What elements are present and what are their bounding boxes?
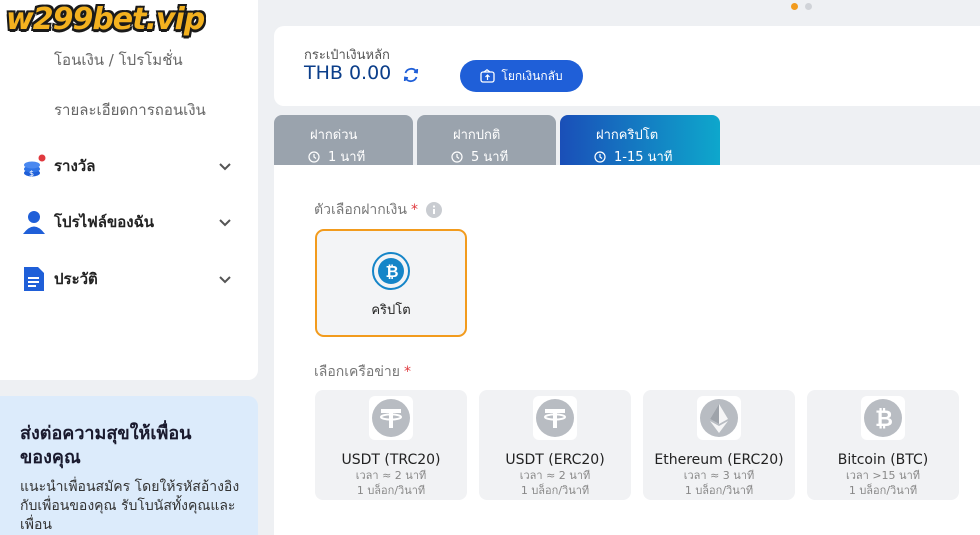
network-card-ethereum-erc20[interactable]: Ethereum (ERC20) เวลา ≈ 3 นาที 1 บล็อก/ว…: [643, 390, 795, 500]
chevron-down-icon: [219, 219, 231, 227]
deposit-option-label: ตัวเลือกฝากเงิน: [314, 202, 407, 218]
network-time: เวลา >15 นาที: [845, 469, 920, 482]
network-name: Ethereum (ERC20): [654, 452, 784, 468]
tab-label: ฝากปกติ: [453, 128, 501, 143]
required-mark: *: [403, 364, 411, 380]
tab-crypto-deposit[interactable]: ฝากคริปโต 1-15 นาที: [560, 115, 720, 165]
network-blocks: 1 บล็อก/วินาที: [848, 484, 918, 497]
promo-title: ส่งต่อความสุขให้เพื่อนของคุณ: [20, 423, 192, 468]
sidebar: w299bet.vip โอนเงิน / โปรโมชั่น รายละเอี…: [0, 0, 258, 380]
network-name: USDT (TRC20): [341, 452, 441, 468]
promo-text: แนะนำเพื่อนสมัคร โดยให้รหัสอ้างอิงกับเพื…: [20, 479, 240, 533]
sidebar-item-profile[interactable]: โปรไฟล์ของฉัน: [22, 207, 232, 237]
bitcoin-circle-icon: ₿: [372, 252, 410, 290]
sidebar-item-label: โปรไฟล์ของฉัน: [54, 213, 155, 231]
network-time: เวลา ≈ 3 นาที: [683, 469, 755, 482]
tab-time: 5 นาที: [471, 150, 509, 165]
refresh-icon[interactable]: [402, 66, 420, 84]
network-name: Bitcoin (BTC): [837, 452, 929, 468]
sidebar-item-history[interactable]: ประวัติ: [22, 264, 232, 294]
clock-icon: [594, 150, 606, 163]
main-wallet-card: กระเป๋าเงินหลัก THB 0.00 โยกเงินกลับ: [274, 26, 980, 106]
clock-icon: [451, 150, 463, 163]
tab-label: ฝากคริปโต: [596, 128, 659, 143]
tab-normal-deposit[interactable]: ฝากปกติ 5 นาที: [417, 115, 556, 165]
network-blocks: 1 บล็อก/วินาที: [684, 484, 754, 497]
sidebar-item-label: รางวัล: [54, 157, 96, 175]
sidebar-item-label: ประวัติ: [54, 270, 98, 288]
sidebar-item-rewards[interactable]: $ รางวัล: [22, 151, 232, 181]
tether-icon: [536, 399, 574, 437]
return-funds-button[interactable]: โยกเงินกลับ: [460, 60, 583, 92]
info-icon[interactable]: [425, 202, 442, 218]
deposit-option-name: คริปโต: [371, 303, 411, 318]
network-blocks: 1 บล็อก/วินาที: [356, 484, 426, 497]
tab-time: 1 นาที: [328, 150, 366, 165]
site-logo[interactable]: w299bet.vip: [6, 2, 205, 37]
wallet-transfer-icon: [480, 69, 496, 83]
deposit-option-crypto[interactable]: ₿ คริปโต: [315, 229, 467, 337]
network-card-usdt-erc20[interactable]: USDT (ERC20) เวลา ≈ 2 นาที 1 บล็อก/วินาท…: [479, 390, 631, 500]
required-mark: *: [410, 202, 418, 218]
deposit-panel: ตัวเลือกฝากเงิน * ₿ คริปโต เลือกเครือข่า…: [274, 165, 980, 535]
network-blocks: 1 บล็อก/วินาที: [520, 484, 590, 497]
network-card-usdt-trc20[interactable]: USDT (TRC20) เวลา ≈ 2 นาที 1 บล็อก/วินาท…: [315, 390, 467, 500]
tab-quick-deposit[interactable]: ฝากด่วน 1 นาที: [274, 115, 413, 165]
svg-text:$: $: [29, 169, 34, 178]
network-heading: เลือกเครือข่าย *: [314, 361, 411, 383]
bitcoin-icon: ₿: [864, 399, 902, 437]
sidebar-link-transfer-promo[interactable]: โอนเงิน / โปรโมชั่น: [54, 48, 183, 72]
profile-icon: [22, 209, 46, 235]
tether-icon: [372, 399, 410, 437]
chevron-down-icon: [219, 276, 231, 284]
history-icon: [22, 266, 46, 292]
carousel-dot[interactable]: [805, 3, 812, 10]
chevron-down-icon: [219, 163, 231, 171]
tab-label: ฝากด่วน: [310, 128, 358, 143]
referral-promo-card[interactable]: ส่งต่อความสุขให้เพื่อนของคุณ แนะนำเพื่อน…: [0, 396, 258, 535]
clock-icon: [308, 150, 320, 163]
return-funds-label: โยกเงินกลับ: [501, 68, 563, 83]
network-time: เวลา ≈ 2 นาที: [519, 469, 591, 482]
svg-text:₿: ₿: [386, 262, 399, 281]
network-name: USDT (ERC20): [505, 452, 605, 468]
reward-icon: $: [22, 153, 46, 179]
network-card-bitcoin-btc[interactable]: ₿ Bitcoin (BTC) เวลา >15 นาที 1 บล็อก/วิ…: [807, 390, 959, 500]
network-time: เวลา ≈ 2 นาที: [355, 469, 427, 482]
ethereum-icon: [700, 399, 738, 437]
carousel-dot-active[interactable]: [791, 3, 798, 10]
network-label: เลือกเครือข่าย: [314, 364, 400, 380]
deposit-option-heading: ตัวเลือกฝากเงิน *: [314, 199, 442, 221]
wallet-balance: THB 0.00: [304, 62, 392, 84]
tab-time: 1-15 นาที: [614, 150, 673, 165]
sidebar-link-withdraw-details[interactable]: รายละเอียดการถอนเงิน: [54, 98, 206, 122]
svg-text:₿: ₿: [875, 407, 893, 432]
